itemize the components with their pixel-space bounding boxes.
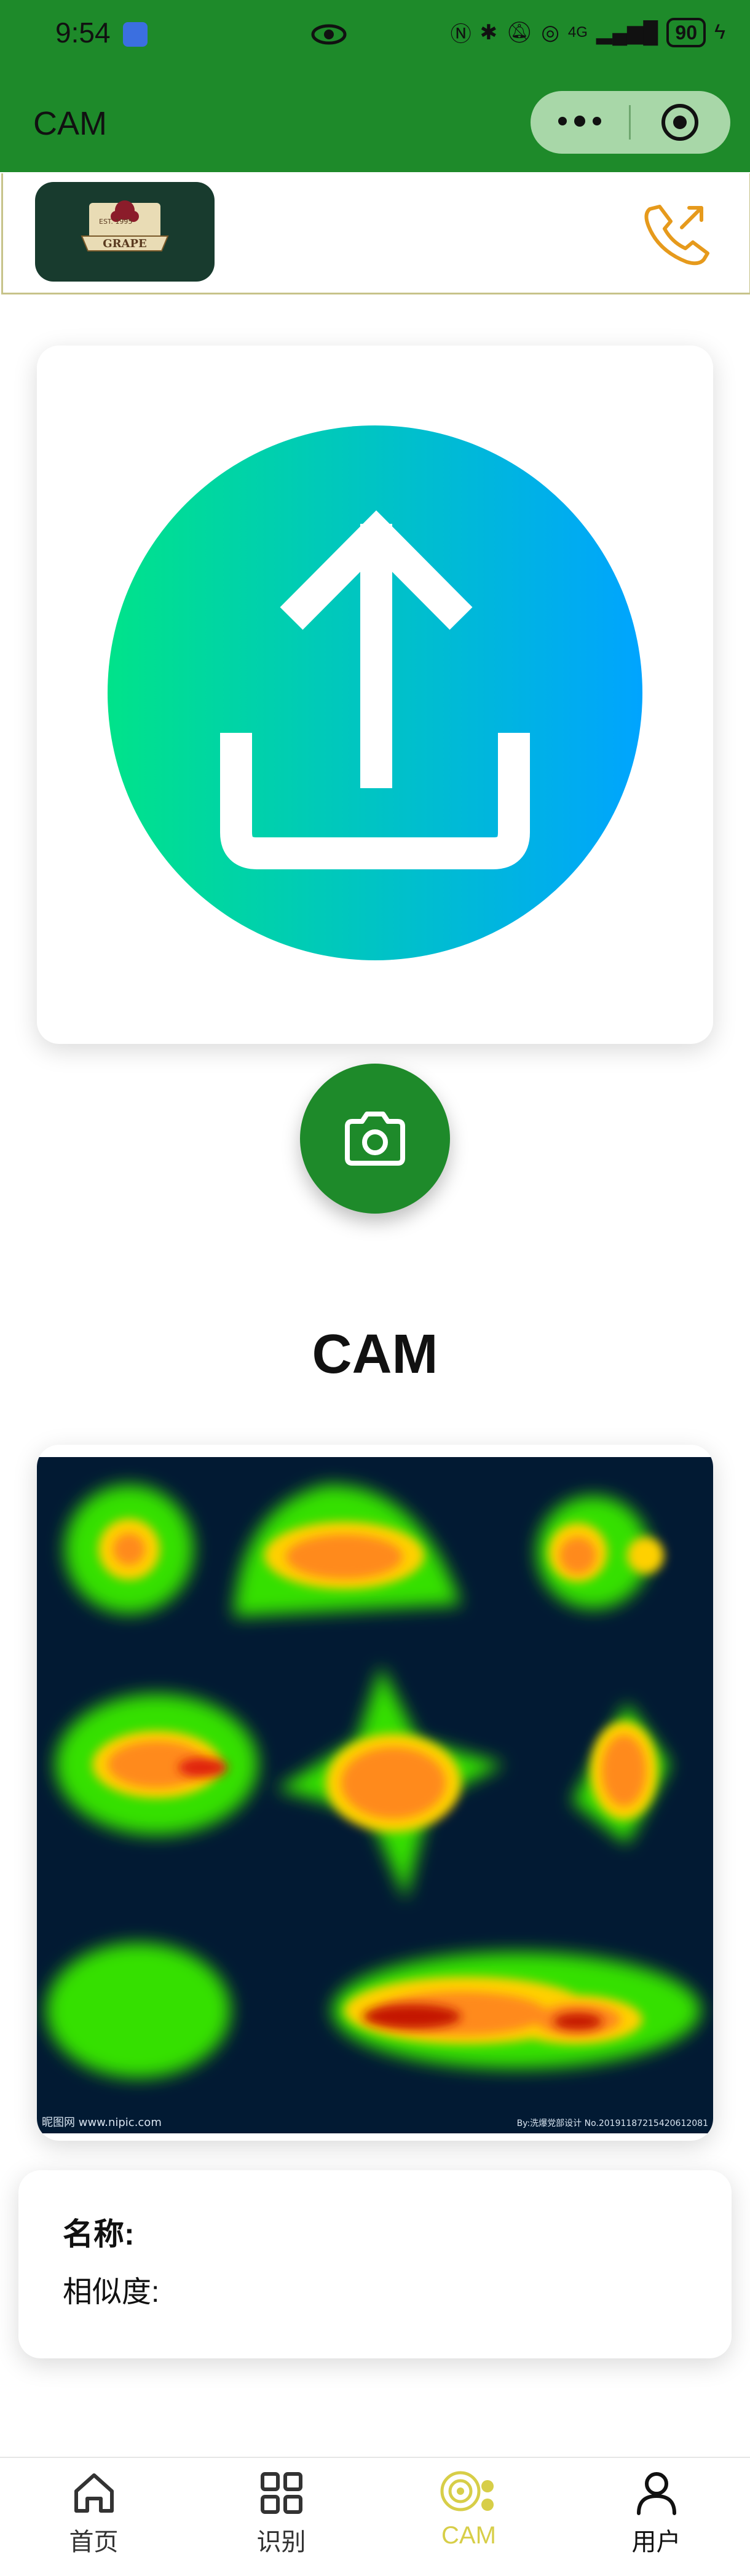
eye-icon (311, 24, 347, 45)
more-icon (558, 115, 601, 127)
tab-cam[interactable]: CAM (375, 2458, 562, 2576)
miniprogram-capsule (531, 91, 730, 154)
home-icon (74, 2473, 114, 2513)
cam-icon (440, 2471, 494, 2511)
status-time: 9:54 (55, 17, 111, 49)
tab-recognize-label: 识别 (256, 2529, 306, 2556)
user-icon (636, 2472, 676, 2515)
tab-home[interactable]: 首页 (0, 2458, 188, 2576)
camera-icon (345, 1112, 405, 1166)
logo-text: GRAPE (103, 237, 147, 250)
result-name-label: 名称: (63, 2217, 135, 2251)
hotspot-icon: ◎ (541, 20, 559, 44)
camera-button[interactable] (300, 1064, 450, 1214)
heatmap-card: 昵图网 www.nipic.com By:洗爆党部设计 No.201911872… (37, 1445, 713, 2141)
tab-home-label: 首页 (69, 2529, 119, 2556)
tab-user[interactable]: 用户 (562, 2458, 750, 2576)
page-title: CAM (33, 105, 107, 142)
network-label: 4G (567, 23, 588, 41)
bluetooth-icon: ✱ (480, 20, 498, 44)
close-miniprogram-button[interactable] (631, 102, 729, 143)
wifi-icon (123, 22, 148, 47)
target-icon (661, 104, 698, 141)
charging-icon: ϟ (714, 20, 725, 44)
nfc-icon: Ⓝ (450, 23, 472, 46)
tab-cam-label: CAM (441, 2522, 496, 2549)
battery-icon: 90 (666, 17, 706, 47)
phone-call-icon[interactable] (638, 196, 717, 269)
brand-bar: EST. 1995 GRAPE (1, 173, 750, 294)
nav-bar: CAM (0, 73, 750, 172)
mute-icon: 🔕︎ (506, 20, 533, 44)
status-bar: 9:54 Ⓝ ✱ 🔕︎ ◎ 4G ▂▄▆█ 90 ϟ (0, 0, 750, 73)
heatmap-watermark-right: By:洗爆党部设计 No.20191187215420612081 (517, 2119, 708, 2128)
grape-logo: EST. 1995 GRAPE (35, 182, 215, 282)
status-indicators: Ⓝ ✱ 🔕︎ ◎ 4G ▂▄▆█ 90 ϟ (451, 17, 725, 47)
heatmap-watermark-left: 昵图网 www.nipic.com (42, 2116, 162, 2129)
logo-emblem: EST. 1995 GRAPE (81, 200, 169, 251)
tab-user-label: 用户 (631, 2529, 681, 2556)
cam-heatmap-image: 昵图网 www.nipic.com By:洗爆党部设计 No.201911872… (37, 1457, 713, 2133)
result-card: 名称: 相似度: (18, 2170, 732, 2358)
logo-est-text: EST. 1995 (99, 218, 132, 226)
result-similarity-label: 相似度: (63, 2276, 160, 2309)
signal-icon: ▂▄▆█ (596, 20, 658, 44)
grid-icon (260, 2472, 302, 2514)
cam-heading: CAM (312, 1324, 438, 1385)
tab-recognize[interactable]: 识别 (188, 2458, 375, 2576)
upload-image-area[interactable] (37, 346, 713, 1044)
tab-bar: 首页 识别 CAM 用户 (0, 2457, 750, 2576)
upload-card[interactable] (37, 346, 713, 1044)
more-button[interactable] (531, 115, 629, 130)
